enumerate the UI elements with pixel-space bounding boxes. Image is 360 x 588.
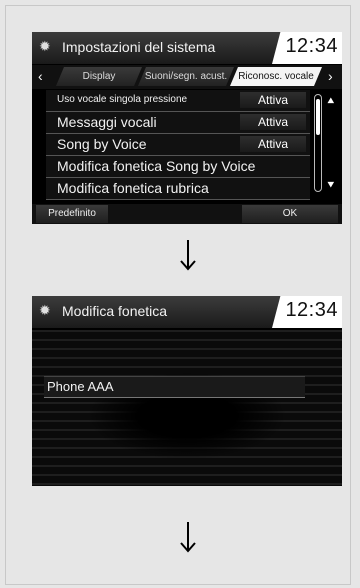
list-item-single-press[interactable]: Uso vocale singola pressione Attiva: [46, 90, 310, 112]
ok-button[interactable]: OK: [242, 205, 338, 223]
phonetic-edit-screen: ✹ Modifica fonetica 12:34 Phone AAA: [32, 296, 342, 486]
list-item-value: Attiva: [240, 92, 306, 108]
settings-list: Uso vocale singola pressione Attiva Mess…: [46, 90, 310, 200]
list-item-label: Modifica fonetica rubrica: [57, 180, 209, 196]
list-item-value: Attiva: [240, 114, 306, 130]
list-item-value: Attiva: [240, 136, 306, 152]
list-item-label: Modifica fonetica Song by Voice: [57, 158, 256, 174]
down-arrow-icon: [180, 240, 196, 271]
down-arrow-icon: [180, 522, 196, 553]
clock-box: 12:34: [272, 296, 342, 328]
default-button[interactable]: Predefinito: [36, 205, 108, 223]
screen-title: Impostazioni del sistema: [62, 39, 216, 55]
screen-title: Modifica fonetica: [62, 303, 168, 319]
clock: 12:34: [285, 35, 338, 57]
tab-bar: ‹ Display Suoni/segn. acust. Riconosc. v…: [32, 65, 342, 89]
system-settings-screen: ✹ Impostazioni del sistema 12:34 ‹ Displ…: [32, 32, 342, 224]
settings-gear-icon: ✹: [39, 302, 51, 318]
list-item-label: Uso vocale singola pressione: [57, 94, 188, 105]
tab-sounds[interactable]: Suoni/segn. acust.: [138, 67, 234, 86]
list-item-song-by-voice[interactable]: Song by Voice Attiva: [46, 134, 310, 156]
clock: 12:34: [285, 299, 338, 321]
screen-body: Phone AAA: [32, 330, 342, 486]
tab-voice-recognition[interactable]: Riconosc. vocale: [230, 67, 322, 86]
list-item-voice-messages[interactable]: Messaggi vocali Attiva: [46, 112, 310, 134]
scroll-down-icon[interactable]: ⯆: [326, 178, 336, 193]
phonebook-entry[interactable]: Phone AAA: [44, 376, 305, 398]
scrollbar[interactable]: [314, 94, 322, 192]
list-item-phonetic-song[interactable]: Modifica fonetica Song by Voice: [46, 156, 310, 178]
scroll-up-icon[interactable]: ⯅: [326, 94, 336, 109]
tab-display[interactable]: Display: [56, 67, 142, 86]
list-item-label: Song by Voice: [57, 136, 147, 152]
tab-left-arrow-icon[interactable]: ‹: [38, 68, 43, 84]
title-bar: ✹ Modifica fonetica 12:34: [32, 296, 342, 328]
title-bar: ✹ Impostazioni del sistema 12:34: [32, 32, 342, 64]
list-item-phonetic-phonebook[interactable]: Modifica fonetica rubrica: [46, 178, 310, 200]
list-item-label: Messaggi vocali: [57, 114, 157, 130]
clock-box: 12:34: [272, 32, 342, 64]
settings-gear-icon: ✹: [39, 38, 51, 54]
scrollbar-thumb[interactable]: [316, 99, 320, 135]
tab-right-arrow-icon[interactable]: ›: [328, 68, 333, 84]
bottom-bar: Predefinito OK: [32, 204, 342, 224]
